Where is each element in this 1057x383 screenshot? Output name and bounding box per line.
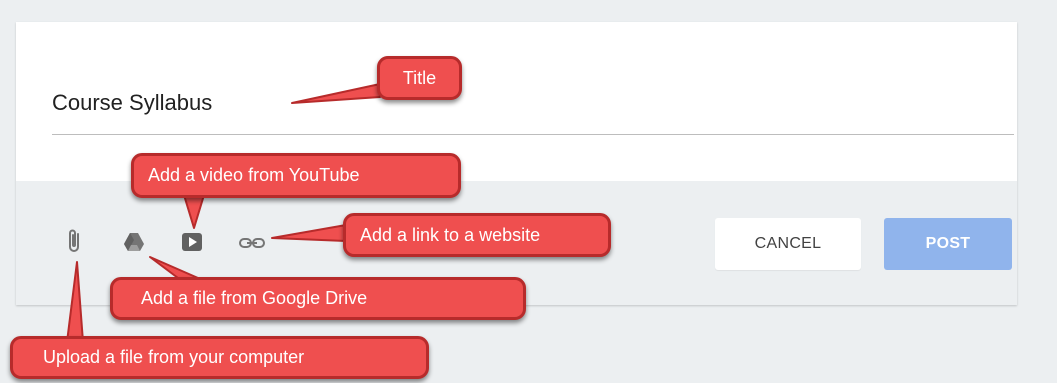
callout-drive: Add a file from Google Drive: [110, 277, 526, 320]
callout-link-text: Add a link to a website: [360, 224, 541, 245]
callout-upload-text: Upload a file from your computer: [43, 347, 305, 367]
callout-link: Add a link to a website: [343, 213, 611, 257]
callout-upload: Upload a file from your computer: [10, 336, 429, 379]
callout-title: Title: [377, 56, 462, 100]
callout-youtube: Add a video from YouTube: [131, 153, 461, 198]
callout-youtube-text: Add a video from YouTube: [148, 165, 360, 185]
callout-drive-text: Add a file from Google Drive: [141, 288, 368, 308]
callout-title-text: Title: [402, 67, 437, 88]
